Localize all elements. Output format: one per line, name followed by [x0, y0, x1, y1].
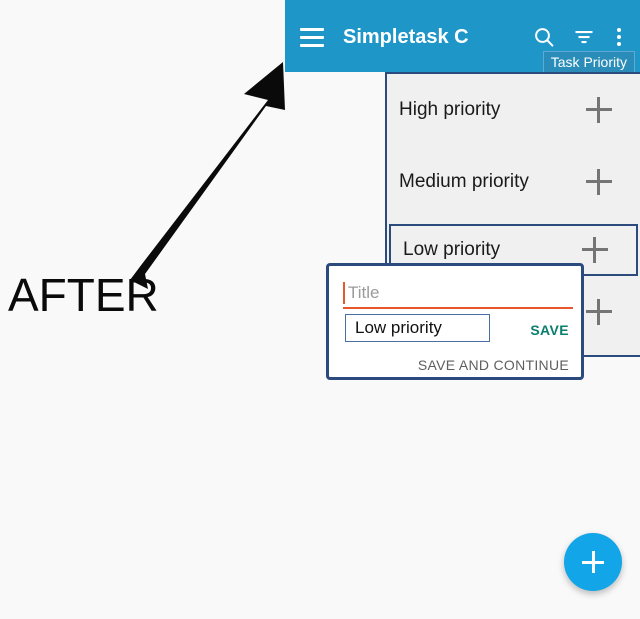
save-and-continue-button[interactable]: SAVE AND CONTINUE	[418, 357, 569, 373]
priority-chip[interactable]: Low priority	[345, 314, 490, 342]
hamburger-menu-icon[interactable]	[293, 18, 331, 56]
priority-row-high[interactable]: High priority	[387, 74, 640, 146]
priority-row-label: Low priority	[403, 239, 501, 260]
priority-row-label: Medium priority	[399, 171, 529, 192]
plus-icon	[582, 551, 604, 573]
plus-icon[interactable]	[586, 97, 612, 123]
menu-bar-1	[300, 27, 324, 31]
overflow-dot-2	[617, 35, 621, 39]
save-button[interactable]: SAVE	[530, 322, 569, 338]
priority-row-medium[interactable]: Medium priority	[387, 146, 640, 218]
task-priority-tooltip: Task Priority	[542, 51, 635, 74]
priority-row-label: High priority	[399, 99, 501, 120]
title-input-underline	[343, 307, 573, 309]
app-title: Simpletask C	[343, 26, 469, 48]
plus-icon[interactable]	[582, 237, 608, 263]
overflow-dot-1	[617, 28, 621, 32]
add-task-fab[interactable]	[564, 533, 622, 591]
plus-icon[interactable]	[586, 299, 612, 325]
menu-bar-2	[300, 35, 324, 39]
title-input[interactable]: Title	[343, 280, 573, 309]
title-input-placeholder: Title	[348, 283, 380, 302]
plus-icon[interactable]	[586, 169, 612, 195]
menu-bar-3	[300, 43, 324, 47]
add-task-dialog: Title Low priority SAVE SAVE AND CONTINU…	[326, 263, 584, 380]
overflow-dot-3	[617, 42, 621, 46]
text-caret	[343, 282, 345, 304]
after-label: AFTER	[8, 269, 159, 321]
